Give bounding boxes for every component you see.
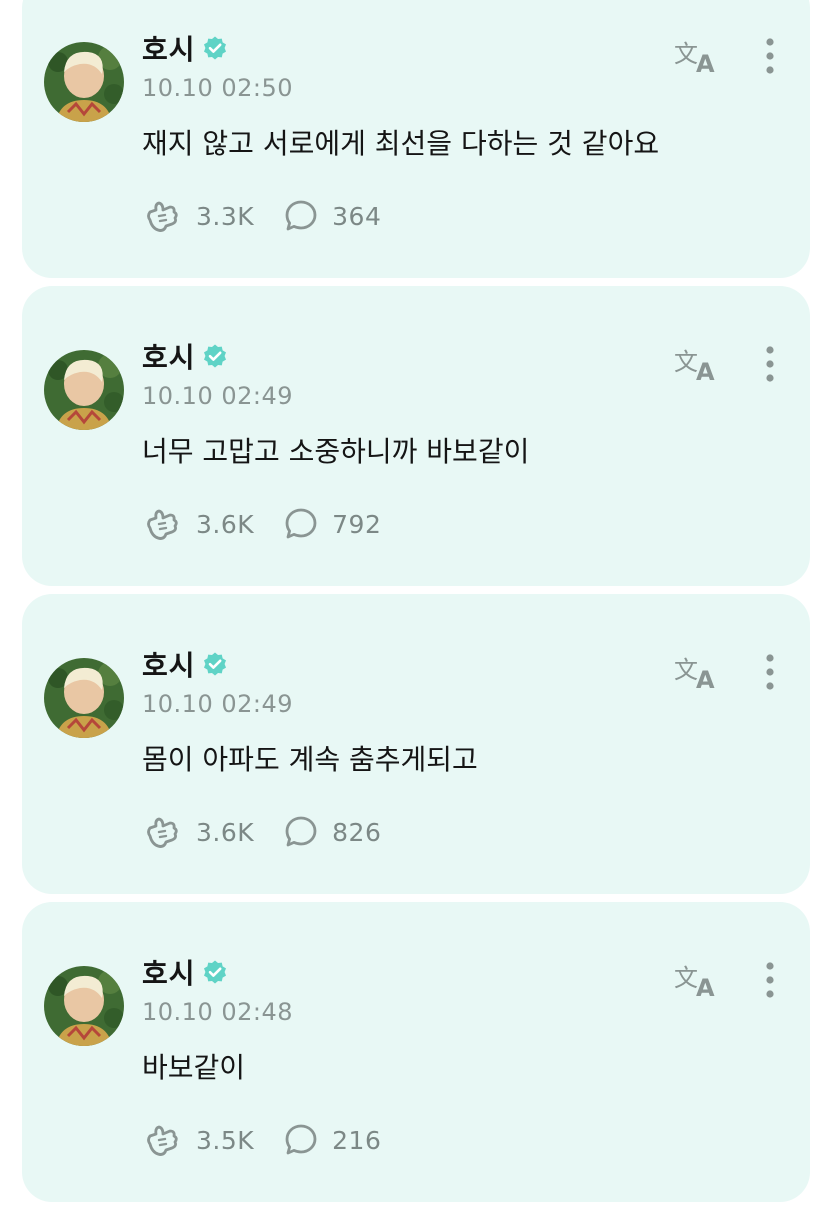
translate-icon[interactable]: 文 A (672, 960, 720, 1000)
author-name[interactable]: 호시 (142, 952, 196, 992)
comment-bubble-icon (285, 508, 317, 539)
author-row: 호시 (142, 336, 228, 376)
post-text: 몸이 아파도 계속 춤추게되고 (142, 743, 478, 776)
post-card[interactable]: 호시 10.10 02:50 재지 않고 서로에게 최선을 다하는 것 같아요 … (22, 0, 810, 278)
more-vertical-icon[interactable] (758, 652, 782, 692)
more-vertical-icon[interactable] (758, 344, 782, 384)
post-timestamp: 10.10 02:49 (142, 382, 293, 410)
like-button[interactable]: 3.3K (144, 198, 254, 234)
more-vertical-icon[interactable] (758, 960, 782, 1000)
svg-text:文: 文 (674, 656, 698, 684)
author-row: 호시 (142, 644, 228, 684)
comment-bubble-icon (285, 1124, 317, 1155)
verified-badge-icon (203, 36, 226, 60)
comment-button[interactable]: 826 (284, 815, 381, 849)
post-card[interactable]: 호시 10.10 02:48 바보같이 文 A 3.5K 216 (22, 902, 810, 1202)
like-button[interactable]: 3.5K (144, 1122, 254, 1158)
svg-text:文: 文 (674, 964, 698, 992)
verified-badge-icon (203, 652, 226, 676)
post-card[interactable]: 호시 10.10 02:49 몸이 아파도 계속 춤추게되고 文 A 3.6K (22, 594, 810, 894)
svg-text:文: 文 (674, 40, 698, 68)
translate-icon[interactable]: 文 A (672, 344, 720, 384)
author-name[interactable]: 호시 (142, 336, 196, 376)
svg-text:文: 文 (674, 348, 698, 376)
comment-count: 364 (332, 201, 382, 231)
like-button[interactable]: 3.6K (144, 814, 254, 850)
translate-icon[interactable]: 文 A (672, 36, 720, 76)
post-text: 바보같이 (142, 1051, 246, 1084)
verified-badge-icon (203, 344, 226, 368)
post-feed: 호시 10.10 02:50 재지 않고 서로에게 최선을 다하는 것 같아요 … (22, 0, 810, 1210)
more-vertical-icon[interactable] (758, 36, 782, 76)
post-card[interactable]: 호시 10.10 02:49 너무 고맙고 소중하니까 바보같이 文 A 3.6… (22, 286, 810, 586)
comment-count: 826 (332, 817, 382, 847)
comment-bubble-icon (285, 200, 317, 231)
like-hand-icon (147, 509, 178, 540)
post-actions: 3.6K 826 (144, 814, 411, 850)
svg-text:A: A (696, 666, 715, 692)
author-name[interactable]: 호시 (142, 28, 196, 68)
verified-badge-icon (203, 960, 226, 984)
like-hand-icon (147, 817, 178, 848)
post-actions: 3.5K 216 (144, 1122, 411, 1158)
author-name[interactable]: 호시 (142, 644, 196, 684)
post-actions: 3.3K 364 (144, 198, 411, 234)
post-timestamp: 10.10 02:48 (142, 998, 293, 1026)
avatar[interactable] (44, 42, 124, 122)
comment-button[interactable]: 364 (284, 199, 381, 233)
avatar[interactable] (44, 966, 124, 1046)
comment-button[interactable]: 216 (284, 1123, 381, 1157)
comment-bubble-icon (285, 816, 317, 847)
post-text: 너무 고맙고 소중하니까 바보같이 (142, 435, 530, 468)
like-button[interactable]: 3.6K (144, 506, 254, 542)
comment-count: 216 (332, 1125, 382, 1155)
avatar[interactable] (44, 658, 124, 738)
like-hand-icon (147, 1125, 178, 1156)
svg-text:A: A (696, 974, 715, 1000)
translate-icon[interactable]: 文 A (672, 652, 720, 692)
svg-text:A: A (696, 50, 715, 76)
post-timestamp: 10.10 02:50 (142, 74, 293, 102)
like-count: 3.5K (196, 1125, 255, 1155)
avatar[interactable] (44, 350, 124, 430)
author-row: 호시 (142, 28, 228, 68)
post-text: 재지 않고 서로에게 최선을 다하는 것 같아요 (142, 127, 660, 160)
like-count: 3.6K (196, 509, 255, 539)
like-count: 3.3K (196, 201, 255, 231)
post-timestamp: 10.10 02:49 (142, 690, 293, 718)
like-hand-icon (147, 201, 178, 232)
svg-text:A: A (696, 358, 715, 384)
like-count: 3.6K (196, 817, 255, 847)
comment-button[interactable]: 792 (284, 507, 381, 541)
author-row: 호시 (142, 952, 228, 992)
comment-count: 792 (332, 509, 382, 539)
post-actions: 3.6K 792 (144, 506, 411, 542)
